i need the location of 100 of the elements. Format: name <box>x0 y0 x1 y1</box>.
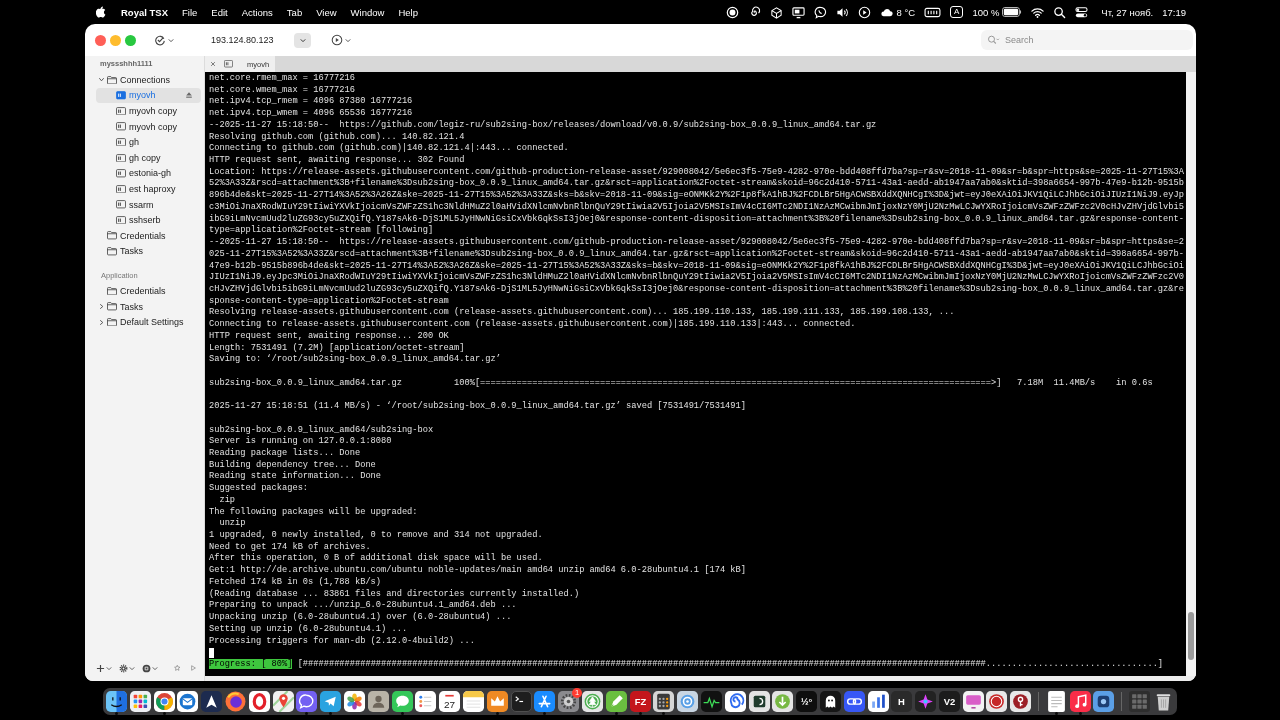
calendar-icon[interactable]: 27 <box>439 691 461 712</box>
wifi-icon[interactable] <box>1031 5 1045 19</box>
input-source-indicator[interactable]: A <box>950 6 964 18</box>
chevron-down-icon <box>129 665 135 671</box>
lettered-app-icon[interactable]: H <box>891 691 913 712</box>
gear-icon[interactable] <box>558 691 580 712</box>
scrollbar-thumb[interactable] <box>1188 612 1194 660</box>
tree-item[interactable]: Tasks <box>96 243 201 260</box>
search-icon[interactable] <box>1053 5 1067 19</box>
tree-item[interactable]: Default Settings <box>96 314 201 330</box>
filled-circle-icon <box>142 663 151 673</box>
crown-icon[interactable] <box>486 691 508 712</box>
lettered-app-icon[interactable]: V2 <box>938 691 960 712</box>
star-icon[interactable] <box>174 663 181 673</box>
mail-icon[interactable] <box>177 691 199 712</box>
chevron-right-icon[interactable] <box>98 318 105 326</box>
swirl-icon[interactable] <box>724 691 746 712</box>
o-ring-icon[interactable] <box>248 691 270 712</box>
tree-item[interactable]: myovh copy <box>96 118 201 135</box>
volume-icon[interactable] <box>836 5 850 19</box>
eject-icon[interactable] <box>185 91 193 100</box>
host-dropdown-button[interactable] <box>294 32 311 48</box>
tree-item[interactable]: estonia-gh <box>96 165 201 182</box>
phone-bubble-icon[interactable] <box>814 5 828 19</box>
music-note-icon[interactable] <box>1069 691 1091 712</box>
phone-bubble-icon[interactable] <box>296 691 318 712</box>
notepad-icon[interactable] <box>462 691 484 712</box>
tree-item[interactable]: Tasks <box>96 298 201 315</box>
tree-item[interactable]: Connections <box>96 72 201 88</box>
scrollbar[interactable] <box>1186 72 1196 676</box>
close-button[interactable] <box>95 34 106 46</box>
chevron-down-icon <box>106 665 112 671</box>
tree-icon[interactable] <box>581 691 603 712</box>
checklist-icon[interactable] <box>415 691 437 712</box>
app-grid-icon[interactable] <box>129 691 151 712</box>
connection-menu-button[interactable] <box>154 34 174 46</box>
menu-item[interactable]: Help <box>398 6 418 18</box>
folder-icon <box>107 317 117 327</box>
tree-item[interactable]: sshserb <box>96 212 201 228</box>
settings-menu-button[interactable] <box>119 663 135 673</box>
crescent-icon[interactable] <box>748 691 770 712</box>
chat-bubble-icon[interactable] <box>391 691 413 712</box>
add-menu-button[interactable] <box>96 663 112 673</box>
tree-item[interactable]: gh copy <box>96 149 201 166</box>
tree-item[interactable]: myovh <box>96 87 201 104</box>
keyhole-icon[interactable] <box>1010 691 1032 712</box>
tree-item[interactable]: gh <box>96 134 201 150</box>
terminal-icon[interactable] <box>510 691 532 712</box>
lettered-app-icon[interactable]: FZ <box>629 691 651 712</box>
progress-bar-text: [###################################################################################################################################.................................] <box>297 658 1164 669</box>
record-icon[interactable] <box>986 691 1008 712</box>
app-menu[interactable]: Royal TSX <box>121 6 168 18</box>
record-icon[interactable] <box>726 5 740 19</box>
menu-item[interactable]: Tab <box>286 6 303 18</box>
tree-item[interactable]: ssarm <box>96 196 201 213</box>
play-circle-icon[interactable] <box>858 5 872 19</box>
paper-plane-icon[interactable] <box>320 691 342 712</box>
keyboard-icon[interactable] <box>924 5 942 19</box>
battery-icon[interactable] <box>1002 7 1023 17</box>
document-icon[interactable] <box>1045 691 1067 712</box>
display-icon[interactable] <box>792 5 806 19</box>
ghost-icon[interactable] <box>819 691 841 712</box>
lettered-app-icon[interactable]: ½° <box>796 691 818 712</box>
store-icon[interactable] <box>534 691 556 712</box>
menu-item[interactable]: View <box>316 6 337 18</box>
terminal[interactable] <box>205 72 1186 676</box>
contact-card-icon[interactable] <box>367 691 389 712</box>
menu-item[interactable]: Actions <box>241 6 273 18</box>
bar-chart-icon[interactable] <box>867 691 889 712</box>
chevron-right-icon[interactable] <box>98 303 105 310</box>
swirl-icon[interactable] <box>748 5 762 19</box>
menu-item[interactable]: File <box>182 6 198 18</box>
tree-item[interactable]: myovh copy <box>96 103 201 119</box>
menu-item[interactable]: Edit <box>211 6 228 18</box>
cube-icon[interactable] <box>770 5 784 19</box>
menu-item[interactable]: Window <box>350 6 385 18</box>
tree-item[interactable]: Credentials <box>96 283 201 299</box>
flower-icon[interactable] <box>343 691 365 712</box>
gear-icon <box>119 663 128 673</box>
terminal-line: Server is running on 127.0.0.1:8080 <box>209 436 393 448</box>
pen-icon[interactable] <box>605 691 627 712</box>
close-icon[interactable] <box>210 61 216 67</box>
tree-item[interactable]: est haproxy <box>96 181 201 197</box>
download-arrow-icon[interactable] <box>772 691 794 712</box>
orb-icon[interactable] <box>225 691 246 712</box>
tree-item[interactable]: Credentials <box>96 227 201 244</box>
link-icon[interactable] <box>843 691 865 712</box>
options-menu-button[interactable] <box>142 663 158 673</box>
folder-icon <box>107 286 117 296</box>
sparkle-icon[interactable] <box>915 691 937 712</box>
rounded-square-icon[interactable] <box>1093 691 1115 712</box>
apple-icon[interactable] <box>96 6 106 18</box>
chevron-down-icon[interactable] <box>98 76 105 84</box>
calculator-icon[interactable] <box>653 691 675 712</box>
play-menu-button[interactable] <box>331 34 351 46</box>
face-icon[interactable] <box>106 691 127 712</box>
monitor-icon[interactable] <box>962 691 984 712</box>
control-center-icon[interactable] <box>1075 5 1089 19</box>
ring-icon[interactable] <box>153 691 175 712</box>
map-pin-icon[interactable] <box>272 691 294 712</box>
